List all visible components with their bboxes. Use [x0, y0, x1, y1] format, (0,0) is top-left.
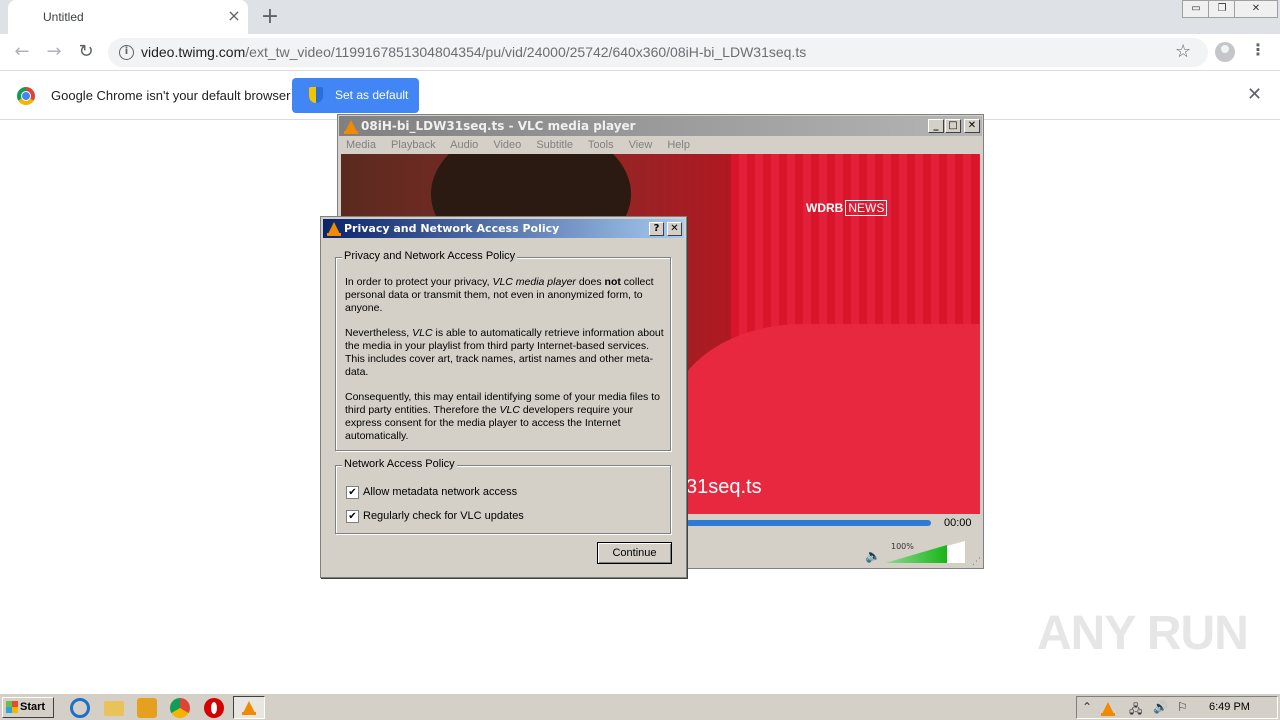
- system-tray: ⌃ 🖧 🔊 ⚐ 6:49 PM: [1076, 696, 1278, 719]
- taskbar: Start ⌃ 🖧 🔊 ⚐ 6:49 PM: [0, 693, 1280, 720]
- url-path: /ext_tw_video/1199167851304804354/pu/vid…: [245, 44, 807, 60]
- wdrb-logo-text: WDRB: [806, 201, 844, 215]
- forward-button[interactable]: →: [42, 40, 66, 64]
- vlc-menu-playback[interactable]: Playback: [391, 139, 436, 151]
- vlc-menu-tools[interactable]: Tools: [588, 139, 614, 151]
- new-tab-button[interactable]: +: [258, 4, 282, 30]
- anyrun-watermark: ANY RUN: [1037, 607, 1249, 660]
- windows-flag-icon: [6, 701, 18, 713]
- vlc-taskbar-button[interactable]: [233, 696, 265, 719]
- vlc-menu-video[interactable]: Video: [493, 139, 521, 151]
- volume-icon[interactable]: 🔊: [1153, 700, 1168, 714]
- start-button[interactable]: Start: [2, 697, 54, 718]
- p2-text-a: Nevertheless,: [345, 327, 413, 339]
- default-browser-infobar: Google Chrome isn't your default browser…: [0, 72, 1280, 120]
- network-group-title: Network Access Policy: [342, 458, 457, 470]
- network-icon[interactable]: 🖧: [1129, 700, 1142, 720]
- window-close-button[interactable]: ✕: [1234, 0, 1278, 18]
- browser-tab[interactable]: Untitled ×: [8, 0, 248, 34]
- metadata-access-checkbox[interactable]: ✔: [346, 486, 359, 499]
- chrome-menu-icon[interactable]: ⋮: [1250, 40, 1266, 59]
- p2-app-name: VLC: [412, 327, 433, 339]
- internet-explorer-icon[interactable]: [70, 698, 90, 718]
- p1-text-b: does: [575, 276, 605, 288]
- update-check-checkbox[interactable]: ✔: [346, 510, 359, 523]
- dialog-title-bar[interactable]: Privacy and Network Access Policy ? ✕: [323, 219, 684, 238]
- vlc-menu-subtitle[interactable]: Subtitle: [536, 139, 573, 151]
- privacy-paragraph-3: Consequently, this may entail identifyin…: [345, 391, 667, 443]
- seek-bar[interactable]: [686, 520, 931, 526]
- set-as-default-button[interactable]: Set as default: [292, 78, 419, 113]
- opera-icon[interactable]: [204, 698, 224, 718]
- start-label: Start: [20, 701, 46, 713]
- p1-text-a: In order to protect your privacy,: [345, 276, 493, 288]
- vlc-menu-bar: Media Playback Audio Video Subtitle Tool…: [346, 139, 702, 151]
- vlc-title-bar[interactable]: 08iH-bi_LDW31seq.ts - VLC media player _…: [339, 116, 982, 136]
- url-host: video.twimg.com: [141, 44, 246, 60]
- continue-button[interactable]: Continue: [597, 542, 672, 564]
- privacy-group-title: Privacy and Network Access Policy: [342, 250, 518, 262]
- p3-app-name: VLC: [499, 404, 520, 416]
- action-center-flag-icon[interactable]: ⚐: [1177, 700, 1188, 714]
- dialog-title: Privacy and Network Access Policy: [344, 222, 560, 235]
- address-bar[interactable]: i video.twimg.com/ext_tw_video/119916785…: [108, 38, 1208, 67]
- tab-close-icon[interactable]: ×: [225, 6, 243, 26]
- update-check-label[interactable]: Regularly check for VLC updates: [363, 510, 524, 522]
- privacy-dialog: Privacy and Network Access Policy ? ✕ Pr…: [320, 216, 687, 578]
- chrome-logo-icon: [17, 87, 35, 105]
- vlc-menu-help[interactable]: Help: [667, 139, 690, 151]
- vlc-cone-icon: [344, 120, 358, 134]
- vlc-maximize-button[interactable]: □: [945, 119, 961, 133]
- reload-button[interactable]: ↻: [74, 40, 98, 64]
- back-button[interactable]: ←: [10, 40, 34, 64]
- volume-percent: 100%: [891, 542, 914, 551]
- vlc-minimize-button[interactable]: _: [928, 119, 944, 133]
- privacy-policy-group: Privacy and Network Access Policy In ord…: [335, 250, 671, 451]
- dialog-close-button[interactable]: ✕: [667, 222, 682, 236]
- speaker-icon[interactable]: 🔈: [865, 549, 881, 564]
- vlc-window-title: 08iH-bi_LDW31seq.ts - VLC media player: [361, 119, 636, 133]
- wdrb-logo-news: NEWS: [845, 200, 888, 216]
- bookmark-star-icon[interactable]: ☆: [1175, 41, 1191, 62]
- window-restore-button[interactable]: ❐: [1208, 0, 1236, 18]
- privacy-paragraph-1: In order to protect your privacy, VLC me…: [345, 276, 667, 315]
- media-player-icon[interactable]: [137, 698, 157, 718]
- vlc-close-button[interactable]: ✕: [964, 119, 980, 133]
- p1-app-name: VLC media player: [492, 276, 576, 288]
- vlc-menu-media[interactable]: Media: [346, 139, 376, 151]
- p1-not: not: [604, 276, 621, 288]
- tab-strip: Untitled × + ▭ ❐ ✕: [0, 0, 1280, 34]
- url-text[interactable]: video.twimg.com/ext_tw_video/11991678513…: [141, 44, 806, 60]
- infobar-close-icon[interactable]: ✕: [1247, 84, 1262, 105]
- video-filename-overlay: 31seq.ts: [686, 476, 762, 498]
- vlc-taskbar-cone-icon: [242, 701, 256, 715]
- taskbar-clock[interactable]: 6:49 PM: [1209, 701, 1250, 713]
- metadata-access-label[interactable]: Allow metadata network access: [363, 486, 517, 498]
- show-hidden-icons-icon[interactable]: ⌃: [1082, 700, 1092, 714]
- privacy-paragraph-2: Nevertheless, VLC is able to automatical…: [345, 327, 667, 379]
- tab-title: Untitled: [43, 10, 84, 24]
- chrome-taskbar-icon[interactable]: [170, 698, 190, 718]
- dialog-help-button[interactable]: ?: [649, 222, 664, 236]
- profile-avatar-icon[interactable]: [1215, 42, 1235, 62]
- uac-shield-icon: [309, 87, 323, 103]
- vlc-menu-audio[interactable]: Audio: [450, 139, 478, 151]
- browser-toolbar: ← → ↻ i video.twimg.com/ext_tw_video/119…: [0, 34, 1280, 71]
- file-explorer-icon[interactable]: [104, 701, 124, 716]
- window-minimize-button[interactable]: ▭: [1182, 0, 1210, 18]
- vlc-menu-view[interactable]: View: [629, 139, 653, 151]
- infobar-message: Google Chrome isn't your default browser: [51, 88, 291, 103]
- wdrb-news-logo: WDRB NEWS: [806, 200, 888, 216]
- resize-grip-icon[interactable]: ⋰: [972, 557, 981, 567]
- site-info-icon[interactable]: i: [119, 45, 134, 60]
- dialog-cone-icon: [327, 222, 341, 236]
- time-display: 00:00: [944, 517, 972, 529]
- set-as-default-label: Set as default: [335, 88, 409, 102]
- vlc-tray-icon[interactable]: [1101, 702, 1115, 716]
- network-access-group: Network Access Policy ✔ Allow metadata n…: [335, 458, 671, 534]
